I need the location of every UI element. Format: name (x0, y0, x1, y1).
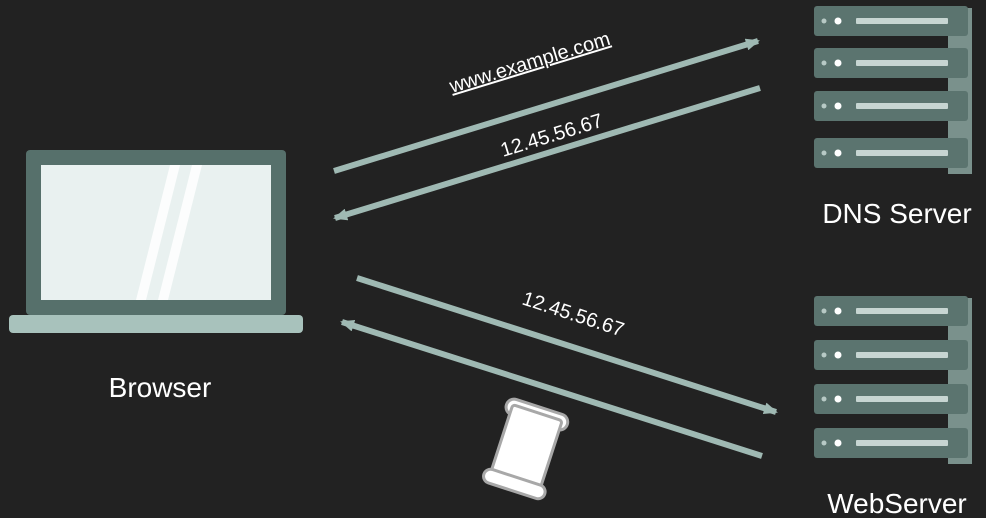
server-unit (814, 296, 968, 326)
web-server-icon (814, 296, 972, 464)
server-unit (814, 384, 968, 414)
server-unit (814, 6, 968, 36)
dns-query-label: www.example.com (446, 28, 613, 98)
dns-server-icon (814, 6, 972, 174)
diagram-canvas: Browser DNS Server WebServer www.example… (9, 6, 972, 518)
server-unit (814, 91, 968, 121)
server-unit (814, 48, 968, 78)
dns-server-label: DNS Server (822, 198, 971, 229)
web-server-label: WebServer (827, 488, 967, 518)
server-unit (814, 428, 968, 458)
document-scroll-icon (482, 397, 570, 501)
server-unit (814, 340, 968, 370)
browser-label: Browser (109, 372, 212, 403)
server-unit (814, 138, 968, 168)
laptop-icon (9, 150, 303, 333)
dns-lookup-diagram: Browser DNS Server WebServer www.example… (0, 0, 986, 518)
